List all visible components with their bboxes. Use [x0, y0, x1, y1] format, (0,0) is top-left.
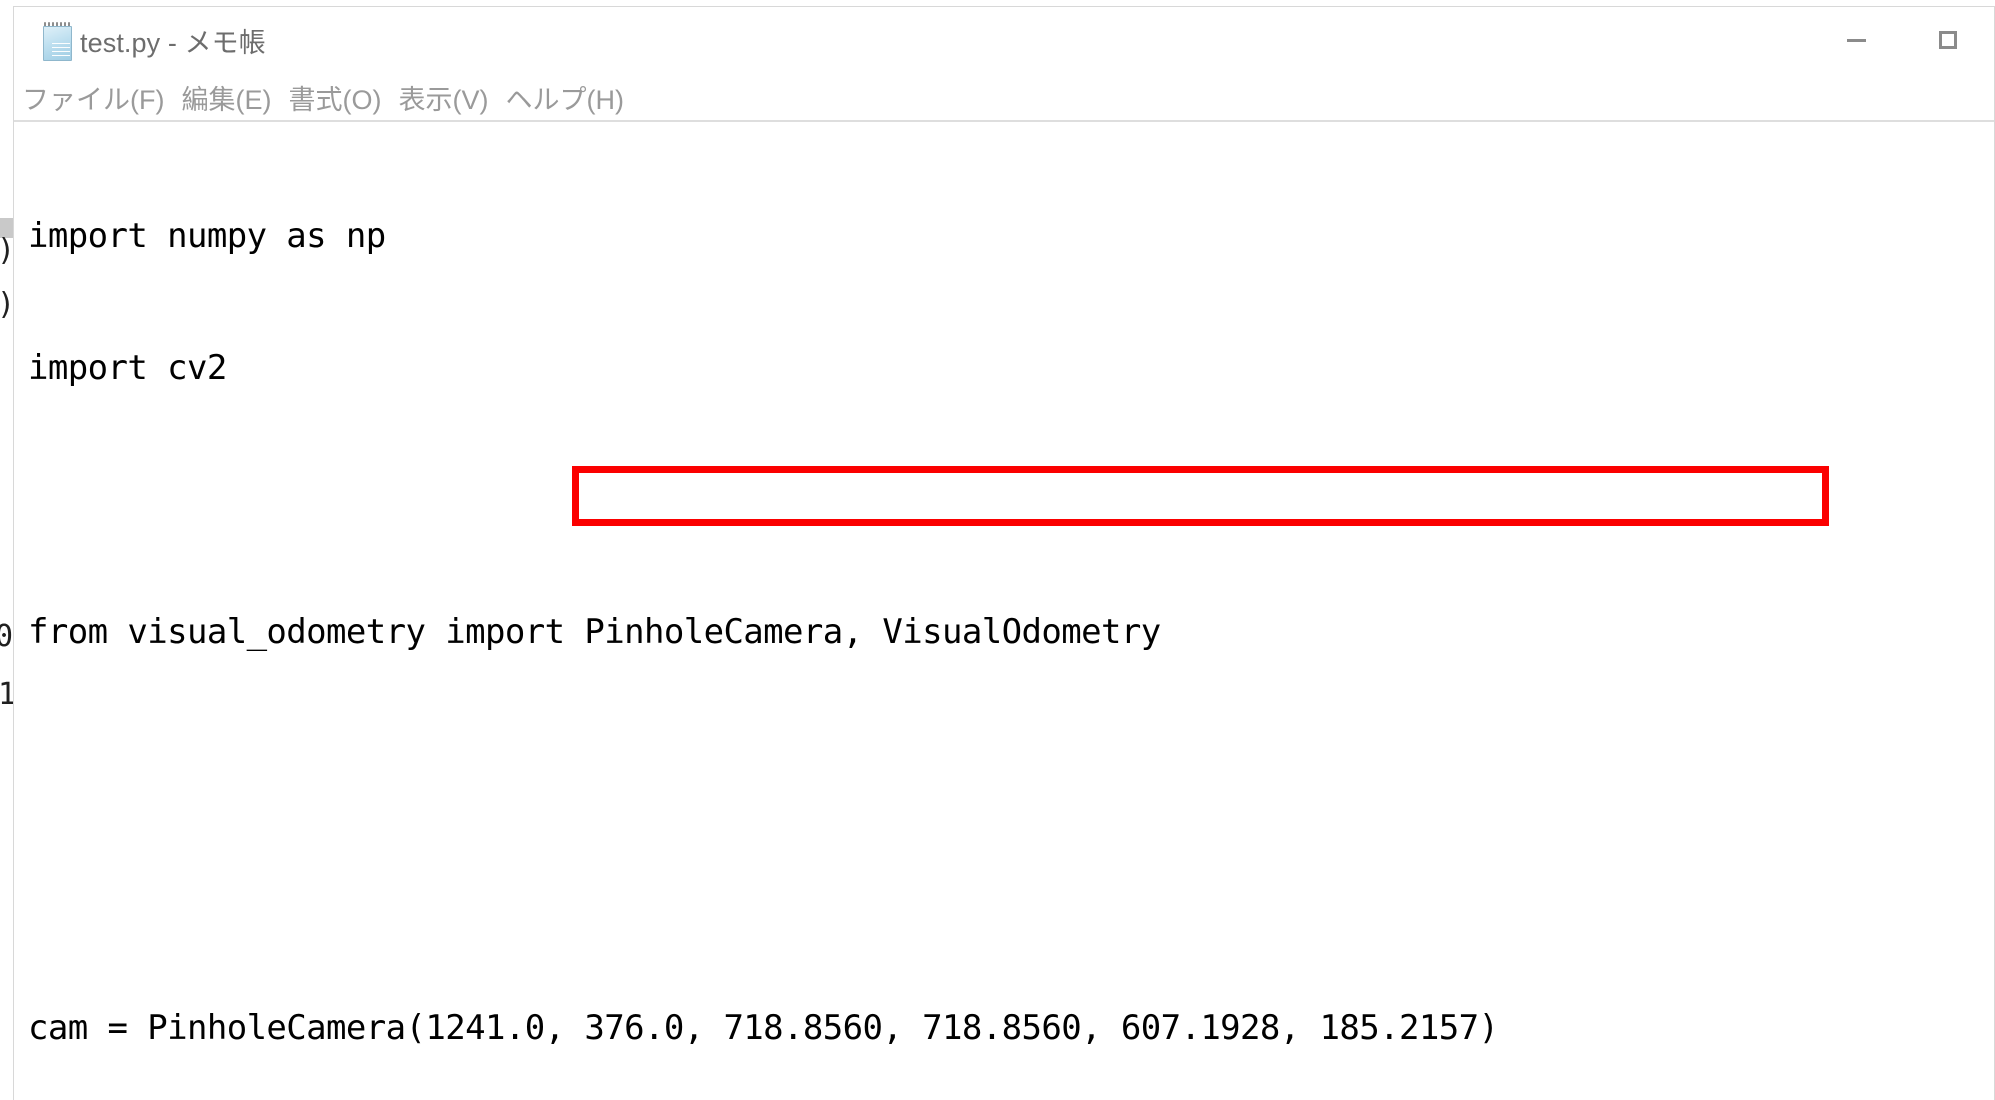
- maximize-button[interactable]: [1902, 7, 1994, 73]
- window-controls: [1810, 7, 1994, 73]
- notepad-window[interactable]: test.py - メモ帳 ファイル(F) 編集(E) 書式(O) 表示(V) …: [13, 6, 1995, 1100]
- title-bar[interactable]: test.py - メモ帳: [14, 7, 1994, 74]
- maximize-icon: [1939, 31, 1957, 49]
- code-line: import cv2: [28, 348, 227, 388]
- menu-file[interactable]: ファイル(F): [22, 78, 164, 117]
- minimize-icon: [1846, 38, 1866, 42]
- menu-help[interactable]: ヘルプ(H): [505, 78, 623, 117]
- notepad-icon: [40, 20, 74, 61]
- menu-format[interactable]: 書式(O): [288, 78, 381, 117]
- text-editor-area[interactable]: import numpy as np import cv2 from visua…: [14, 122, 1994, 1100]
- window-title: test.py - メモ帳: [80, 27, 266, 58]
- bg-fragment-zero: 0: [0, 619, 14, 654]
- code-line: import numpy as np: [28, 216, 386, 256]
- code-text[interactable]: import numpy as np import cv2 from visua…: [28, 126, 1994, 1100]
- menu-bar: ファイル(F) 編集(E) 書式(O) 表示(V) ヘルプ(H): [14, 74, 1994, 122]
- minimize-button[interactable]: [1810, 7, 1902, 73]
- code-line: cam = PinholeCamera(1241.0, 376.0, 718.8…: [28, 1008, 1499, 1048]
- notepad-icon-lines: [52, 43, 70, 61]
- menu-edit[interactable]: 編集(E): [181, 78, 271, 117]
- code-line: from visual_odometry import PinholeCamer…: [28, 612, 1161, 652]
- desktop-screen: ) ) 0 1 test.py - メモ帳: [0, 0, 1995, 1100]
- menu-view[interactable]: 表示(V): [398, 78, 488, 117]
- notepad-icon-body: [43, 26, 72, 61]
